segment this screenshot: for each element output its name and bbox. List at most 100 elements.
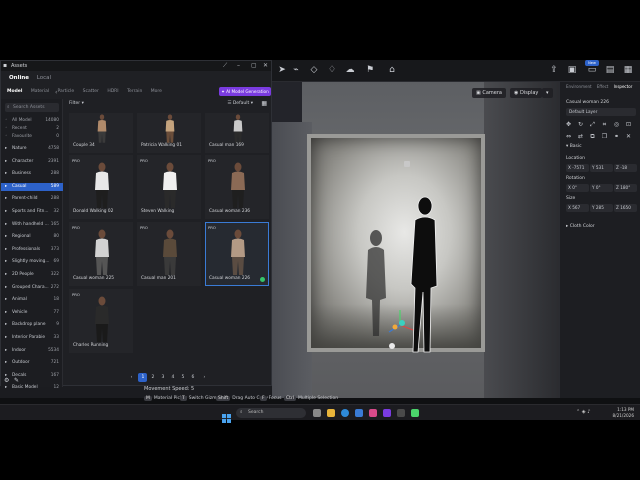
size-fields[interactable]: X 567 Y 285 Z 1650 <box>566 204 638 212</box>
link-icon[interactable]: ⚭ <box>612 132 621 141</box>
minimize-icon[interactable]: – <box>237 61 240 71</box>
page-number[interactable]: 3 <box>158 373 167 382</box>
tab-more[interactable]: More <box>151 89 162 94</box>
cube-icon[interactable]: ◇ <box>308 64 320 76</box>
taskbar-clock[interactable]: 1:13 PM 8/21/2026 <box>613 407 634 419</box>
group-icon[interactable]: ⧉ <box>588 132 597 141</box>
tab-particle[interactable]: Particle <box>58 89 75 94</box>
camera-button[interactable]: ▣ Camera <box>472 88 506 98</box>
asset-card[interactable]: PRO Charles Running <box>69 289 133 353</box>
edge-icon[interactable] <box>341 409 349 417</box>
cursor-icon[interactable]: ➤ <box>276 64 288 76</box>
paint-icon[interactable]: ♢ <box>326 64 338 76</box>
page-number[interactable]: 4 <box>168 373 177 382</box>
upload-icon[interactable]: ⇪ <box>548 64 560 76</box>
page-number[interactable]: 5 <box>178 373 187 382</box>
asset-card[interactable]: PRO Casual woman 225 <box>69 222 133 286</box>
prev-page-icon[interactable]: ‹ <box>127 373 136 382</box>
align-icon[interactable]: ⇔ <box>564 132 573 141</box>
duplicate-icon[interactable]: ❐ <box>600 132 609 141</box>
sidebar-item[interactable]: ▸ Interior Parabie 33 <box>1 334 63 342</box>
sidebar-item[interactable]: ▸ Character 2391 <box>1 158 63 166</box>
move-icon[interactable]: ✥ <box>564 120 573 129</box>
location-z[interactable]: Z -18 <box>614 164 637 172</box>
building-icon[interactable]: ⌂ <box>386 64 398 76</box>
tab-environment[interactable]: Environment <box>566 84 592 89</box>
search-assets-input[interactable]: ⌕ Search Assets <box>5 103 59 112</box>
asset-card[interactable]: PRO Casual woman 226 <box>205 222 269 286</box>
page-number[interactable]: 6 <box>188 373 197 382</box>
light-marker[interactable] <box>389 343 395 349</box>
rotation-fields[interactable]: X 0° Y 0° Z 180° <box>566 184 638 192</box>
sidebar-item[interactable]: ▸ With handheld ... 165 <box>1 221 63 229</box>
sidebar-item[interactable]: ▸ Slightly moving... 69 <box>1 258 63 266</box>
node-icon[interactable]: ⌁ <box>290 64 302 76</box>
layer-select[interactable]: Default Layer <box>566 108 636 116</box>
sidebar-item[interactable]: ▸ Parent-child 288 <box>1 195 63 203</box>
monitor-icon[interactable]: ▭ <box>586 64 598 76</box>
sidebar-item[interactable]: ▸ Professionals 373 <box>1 246 63 254</box>
tab-hdri[interactable]: HDRI <box>107 89 118 94</box>
sidebar-item[interactable]: ▸ 2D People 322 <box>1 271 63 279</box>
sidebar-item[interactable]: ▸ Backdrop plane 9 <box>1 321 63 329</box>
sidebar-item[interactable]: ◦ Favourite 0 <box>1 133 63 141</box>
camera-marker[interactable] <box>404 161 410 167</box>
mirror-icon[interactable]: ⇄ <box>576 132 585 141</box>
sidebar-item[interactable]: ▸ Animal 18 <box>1 296 63 304</box>
size-y[interactable]: Y 285 <box>590 204 613 212</box>
sidebar-item[interactable]: ▸ Outdoor 721 <box>1 359 63 367</box>
maximize-icon[interactable]: ▢ <box>251 61 257 71</box>
rotation-y[interactable]: Y 0° <box>590 184 613 192</box>
tab-terrain[interactable]: Terrain <box>127 89 142 94</box>
cloud-icon[interactable]: ☁ <box>344 64 356 76</box>
close-icon[interactable]: ✕ <box>263 61 268 71</box>
settings-gear-icon[interactable]: ⚙ <box>4 377 9 384</box>
snap-icon[interactable]: ⌗ <box>600 120 609 129</box>
rotation-z[interactable]: Z 180° <box>614 184 637 192</box>
transform-gizmo[interactable] <box>385 310 415 340</box>
visibility-icon[interactable]: ◎ <box>612 120 621 129</box>
ai-model-generation-button[interactable]: ✦ AI Model Generation <box>219 87 271 96</box>
spreadsheet-icon[interactable] <box>411 409 419 417</box>
tab-online[interactable]: Online <box>9 75 29 81</box>
location-fields[interactable]: X -7571 Y 531 Z -18 <box>566 164 638 172</box>
sidebar-item[interactable]: ▸ Vehicle 77 <box>1 309 63 317</box>
scale-icon[interactable]: ⤢ <box>588 120 597 129</box>
sidebar-item[interactable]: ▸ Nature 4758 <box>1 145 63 153</box>
sidebar-item[interactable]: ▸ Casual 589 <box>1 182 63 191</box>
tab-model[interactable]: Model <box>7 89 22 94</box>
tab-material[interactable]: Material <box>31 89 49 94</box>
asset-card[interactable]: PRO Casual man 201 <box>137 222 201 286</box>
sort-dropdown[interactable]: ☰ Default ▾ <box>227 101 253 106</box>
sidebar-item[interactable]: ▸ Decals 167 <box>1 372 63 380</box>
sidebar-item[interactable]: ▸ Basic Model 12 <box>1 384 63 392</box>
tab-inspector[interactable]: Inspector <box>614 84 633 89</box>
tab-effect[interactable]: Effect <box>597 84 609 89</box>
lock-icon[interactable]: ⊡ <box>624 120 633 129</box>
pin-icon[interactable]: ⟋ <box>223 61 227 71</box>
render-app-icon[interactable] <box>383 409 391 417</box>
asset-card[interactable]: PRO Steven Walking <box>137 155 201 219</box>
media-app-icon[interactable] <box>369 409 377 417</box>
tab-scatter[interactable]: Scatter <box>83 89 99 94</box>
page-number[interactable]: 1 <box>138 373 148 382</box>
file-explorer-icon[interactable] <box>327 409 335 417</box>
location-y[interactable]: Y 531 <box>590 164 613 172</box>
collapse-sidebar-icon[interactable]: ‹ <box>55 89 57 96</box>
size-x[interactable]: X 567 <box>566 204 589 212</box>
location-x[interactable]: X -7571 <box>566 164 589 172</box>
page-number[interactable]: 2 <box>148 373 157 382</box>
asset-card[interactable]: Couple 34 <box>69 113 133 153</box>
edit-icon[interactable]: ✎ <box>14 377 19 384</box>
sidebar-item[interactable]: ▸ Indoor 5534 <box>1 347 63 355</box>
taskbar-search[interactable]: ⌕ Search <box>236 408 306 418</box>
sidebar-item[interactable]: ◦ All Model 14080 <box>1 117 63 125</box>
system-tray-icons[interactable]: ⌃ ◈ ♪ <box>576 409 590 415</box>
rotate-icon[interactable]: ↻ <box>576 120 585 129</box>
terminal-icon[interactable] <box>397 409 405 417</box>
next-page-icon[interactable]: › <box>200 373 209 382</box>
rotation-x[interactable]: X 0° <box>566 184 589 192</box>
sidebar-item[interactable]: ◦ Recent 2 <box>1 125 63 133</box>
sidebar-item[interactable]: ▸ Business 288 <box>1 170 63 178</box>
sidebar-item[interactable]: ▸ Regional 80 <box>1 233 63 241</box>
